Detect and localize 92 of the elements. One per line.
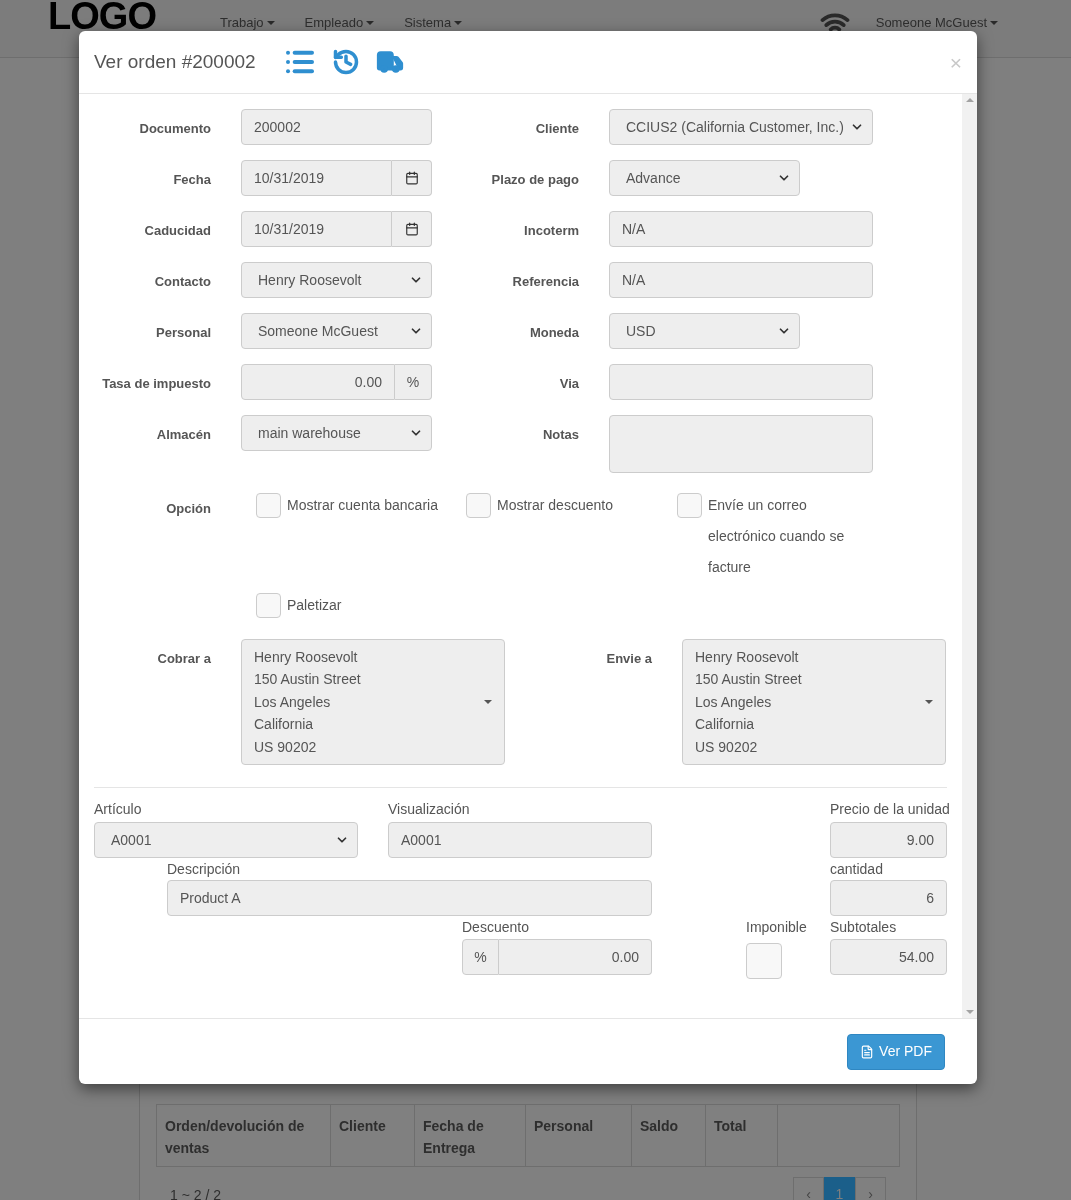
field-label: Visualización [388, 800, 471, 819]
text-field[interactable]: Product A [167, 880, 652, 916]
date-field[interactable]: 10/31/2019 [241, 160, 392, 196]
column-header: Cliente [331, 1105, 415, 1166]
field-label: Fecha [172, 171, 211, 189]
checkbox[interactable] [746, 943, 782, 979]
field-label: Referencia [511, 273, 579, 291]
address-dropdown[interactable]: Henry Roosevolt 150 Austin Street Los Angeles California US 90202 [682, 639, 946, 765]
address-line: California [254, 715, 315, 735]
address-line: US 90202 [695, 737, 759, 757]
text-field[interactable]: N/A [609, 262, 873, 298]
column-header: Fecha de Entrega [415, 1105, 526, 1166]
field-label: Incoterm [523, 222, 579, 240]
checkbox[interactable] [466, 493, 491, 518]
dropdown[interactable]: CCIUS2 (California Customer, Inc.) [609, 109, 873, 145]
address-line: Los Angeles [254, 692, 332, 712]
notes-field[interactable] [609, 415, 873, 473]
dropdown[interactable]: main warehouse [241, 415, 432, 451]
field-label: Cobrar a [156, 650, 211, 668]
address-line: 150 Austin Street [254, 670, 361, 690]
discount-field[interactable]: 0.00 [499, 939, 652, 975]
text-field[interactable] [609, 364, 873, 400]
caret-icon [990, 20, 998, 25]
column-header: Saldo [632, 1105, 706, 1166]
address-line: Henry Roosevolt [254, 647, 359, 667]
text-field[interactable]: A0001 [388, 822, 652, 858]
field-label: Moneda [528, 324, 579, 342]
dropdown[interactable]: Someone McGuest [241, 313, 432, 349]
caret-icon [366, 20, 375, 25]
field-label: Subtotales [830, 918, 898, 937]
field-label: Via [558, 375, 579, 393]
column-header: Personal [526, 1105, 632, 1166]
field-label: Almacén [155, 426, 211, 444]
field-label: Artículo [94, 800, 143, 819]
dropdown[interactable]: Advance [609, 160, 800, 196]
field-label: Descuento [462, 918, 530, 937]
address-line: California [695, 715, 756, 735]
field-label: Envie a [605, 650, 652, 668]
caret-icon [454, 20, 463, 25]
text-field[interactable]: N/A [609, 211, 873, 247]
field-label: Cliente [534, 120, 579, 138]
field-label: Descripción [167, 860, 242, 879]
field-label: Personal [155, 324, 211, 342]
logo: LOGO [48, 1, 158, 31]
field-label: Notas [541, 426, 579, 444]
checkbox-label: Mostrar descuento [497, 496, 614, 515]
address-line: US 90202 [254, 737, 318, 757]
truck-icon[interactable] [375, 48, 404, 76]
column-header: Total [706, 1105, 778, 1166]
dropdown[interactable]: A0001 [94, 822, 358, 858]
address-dropdown[interactable]: Henry Roosevolt 150 Austin Street Los Angeles California US 90202 [241, 639, 505, 765]
field-label: Imponible [746, 918, 808, 937]
address-line: 150 Austin Street [695, 670, 802, 690]
field-label: Documento [138, 120, 211, 138]
checkbox[interactable] [677, 493, 702, 518]
caret-icon [266, 20, 275, 25]
caret-icon [925, 700, 933, 704]
dropdown[interactable]: USD [609, 313, 800, 349]
pdf-icon [860, 1044, 875, 1059]
calendar-button[interactable] [392, 160, 432, 196]
checkbox[interactable] [256, 593, 281, 618]
column-header: Orden/devolución de ventas [157, 1105, 331, 1166]
history-icon[interactable] [331, 48, 360, 76]
field-label: cantidad [830, 860, 884, 879]
field-label: Tasa de impuesto [101, 375, 211, 393]
checkbox-label: Envíe un correo electrónico cuando se facture [708, 496, 846, 577]
caret-icon [484, 700, 492, 704]
percent-addon: % [395, 364, 432, 400]
field-label: Caducidad [143, 222, 211, 240]
percent-addon: % [462, 939, 499, 975]
field-label: Plazo de pago [490, 171, 579, 189]
scrollbar[interactable] [962, 94, 977, 1018]
subtotal-field[interactable]: 54.00 [830, 939, 947, 975]
field-label: Contacto [153, 273, 211, 291]
text-field[interactable]: 200002 [241, 109, 432, 145]
checkbox[interactable] [256, 493, 281, 518]
checkbox-label: Mostrar cuenta bancaria [287, 496, 439, 515]
date-field[interactable]: 10/31/2019 [241, 211, 392, 247]
result-count: 1 ~ 2 / 2 [170, 1186, 221, 1200]
field-label: Precio de la unidad [830, 800, 947, 819]
field-label: Opción [165, 500, 211, 518]
calendar-icon [404, 171, 419, 185]
price-field[interactable]: 9.00 [830, 822, 947, 858]
dropdown[interactable]: Henry Roosevolt [241, 262, 432, 298]
checkbox-label: Paletizar [287, 596, 343, 615]
calendar-button[interactable] [392, 211, 432, 247]
quantity-field[interactable]: 6 [830, 880, 947, 916]
dialog-title: Ver orden #200002 [94, 49, 256, 74]
calendar-icon [404, 222, 419, 236]
number-field[interactable]: 0.00 [241, 364, 395, 400]
address-line: Henry Roosevolt [695, 647, 800, 667]
address-line: Los Angeles [695, 692, 773, 712]
